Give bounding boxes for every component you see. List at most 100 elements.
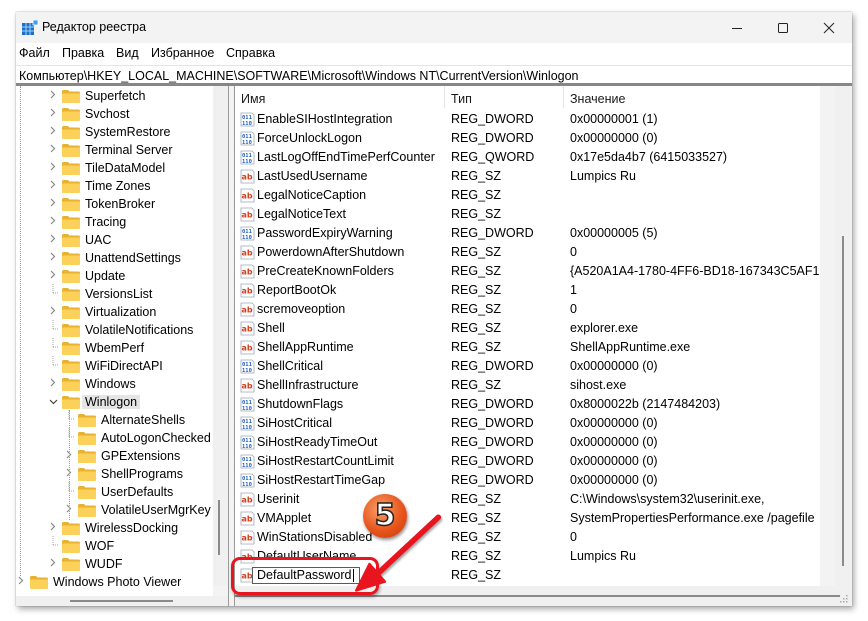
chevron-right-icon[interactable]	[48, 378, 58, 390]
resize-grip-icon[interactable]	[838, 593, 848, 603]
registry-value-row[interactable]: ab scremoveoption REG_SZ 0	[235, 300, 820, 319]
chevron-right-icon[interactable]	[16, 576, 26, 588]
registry-value-row[interactable]: ab LegalNoticeText REG_SZ	[235, 205, 820, 224]
tree-item[interactable]: VolatileUserMgrKey	[64, 501, 211, 519]
tree-item-label[interactable]: VolatileUserMgrKey	[101, 503, 211, 517]
address-bar[interactable]: Компьютер\HKEY_LOCAL_MACHINE\SOFTWARE\Mi…	[16, 65, 852, 86]
registry-value-row[interactable]: 011 110 SiHostRestartCountLimit REG_DWORD 0x…	[235, 452, 820, 471]
tree-item[interactable]: TileDataModel	[48, 159, 165, 177]
tree-item-label[interactable]: AlternateShells	[101, 413, 185, 427]
tree-item[interactable]: Superfetch	[48, 87, 145, 105]
tree-item-label[interactable]: Tracing	[85, 215, 126, 229]
tree-item[interactable]: UserDefaults	[64, 481, 173, 501]
tree-item[interactable]: WbemPerf	[48, 337, 144, 357]
tree-item[interactable]: WiFiDirectAPI	[48, 355, 163, 375]
tree-item-label[interactable]: GPExtensions	[101, 449, 180, 463]
tree-item[interactable]: WOF	[48, 535, 114, 555]
tree-item-label[interactable]: Virtualization	[85, 305, 156, 319]
tree-item-label[interactable]: WUDF	[85, 557, 123, 571]
tree-item-label[interactable]: Time Zones	[85, 179, 151, 193]
registry-value-row[interactable]: 011 110 LastLogOffEndTimePerfCounter REG_QW…	[235, 148, 820, 167]
tree-item[interactable]: WirelessDocking	[48, 519, 178, 537]
tree-item[interactable]: UnattendSettings	[48, 249, 181, 267]
tree-item[interactable]: VolatileNotifications	[48, 319, 193, 339]
chevron-right-icon[interactable]	[48, 270, 58, 282]
tree-item-label[interactable]: VolatileNotifications	[85, 323, 193, 337]
minimize-button[interactable]	[714, 12, 760, 43]
tree-item-label[interactable]: Terminal Server	[85, 143, 173, 157]
chevron-right-icon[interactable]	[48, 126, 58, 138]
column-separator[interactable]	[563, 86, 564, 108]
chevron-right-icon[interactable]	[48, 90, 58, 102]
tree-item-label[interactable]: AutoLogonChecked	[101, 431, 211, 445]
title-bar[interactable]: Редактор реестра	[16, 12, 852, 43]
tree-item-label[interactable]: UAC	[85, 233, 111, 247]
chevron-right-icon[interactable]	[48, 252, 58, 264]
tree-horizontal-scroll-thumb[interactable]	[70, 600, 173, 602]
tree-item[interactable]: Tracing	[48, 213, 126, 231]
registry-value-row[interactable]: 011 110 ForceUnlockLogon REG_DWORD 0x0000000…	[235, 129, 820, 148]
tree-item[interactable]: Windows Photo Viewer	[16, 573, 181, 591]
tree-item[interactable]: ShellPrograms	[64, 465, 183, 483]
column-header-type[interactable]: Тип	[451, 92, 472, 106]
tree-item[interactable]: Windows	[48, 375, 136, 393]
tree-vertical-scrollbar[interactable]	[213, 86, 228, 586]
registry-value-row[interactable]: ab LegalNoticeCaption REG_SZ	[235, 186, 820, 205]
menu-file[interactable]: Файл	[19, 46, 50, 60]
tree-item[interactable]: WUDF	[48, 555, 123, 573]
registry-value-row[interactable]: 011 110 SiHostCritical REG_DWORD 0x00000000 …	[235, 414, 820, 433]
registry-value-row[interactable]: ab PowerdownAfterShutdown REG_SZ 0	[235, 243, 820, 262]
tree-item[interactable]: TokenBroker	[48, 195, 155, 213]
registry-value-row[interactable]: ab WinStationsDisabled REG_SZ 0	[235, 528, 820, 547]
chevron-right-icon[interactable]	[48, 180, 58, 192]
list-vertical-scroll-thumb[interactable]	[842, 236, 844, 566]
tree-item[interactable]: Update	[48, 267, 125, 285]
column-separator[interactable]	[444, 86, 445, 108]
close-button[interactable]	[806, 12, 852, 43]
chevron-down-icon[interactable]	[48, 396, 58, 408]
tree-item[interactable]: Terminal Server	[48, 141, 173, 159]
menu-view[interactable]: Вид	[116, 46, 139, 60]
registry-value-row[interactable]: 011 110 PasswordExpiryWarning REG_DWORD 0x00…	[235, 224, 820, 243]
menu-edit[interactable]: Правка	[62, 46, 104, 60]
tree-item[interactable]: Virtualization	[48, 303, 156, 321]
list-horizontal-scroll-thumb[interactable]	[235, 595, 840, 597]
tree-item-label[interactable]: Windows Photo Viewer	[53, 575, 181, 589]
maximize-button[interactable]	[760, 12, 806, 43]
tree-item-label[interactable]: Superfetch	[85, 89, 145, 103]
tree-item[interactable]: Svchost	[48, 105, 129, 123]
tree-item[interactable]: Time Zones	[48, 177, 151, 195]
chevron-right-icon[interactable]	[48, 306, 58, 318]
tree-item[interactable]: UAC	[48, 231, 111, 249]
chevron-right-icon[interactable]	[48, 558, 58, 570]
registry-value-row[interactable]: ab PreCreateKnownFolders REG_SZ {A520A1A4-1…	[235, 262, 820, 281]
tree-item-label[interactable]: WiFiDirectAPI	[85, 359, 163, 373]
tree-item[interactable]: GPExtensions	[64, 447, 180, 465]
chevron-right-icon[interactable]	[48, 522, 58, 534]
registry-value-row[interactable]: 011 110 ShutdownFlags REG_DWORD 0x8000022b (…	[235, 395, 820, 414]
tree-item[interactable]: SystemRestore	[48, 123, 170, 141]
tree-item-label[interactable]: WirelessDocking	[85, 521, 178, 535]
tree-item-label[interactable]: Svchost	[85, 107, 129, 121]
tree-item[interactable]: AutoLogonChecked	[64, 427, 211, 447]
menu-help[interactable]: Справка	[226, 46, 275, 60]
registry-value-row[interactable]: ab LastUsedUsername REG_SZ Lumpics Ru	[235, 167, 820, 186]
chevron-right-icon[interactable]	[48, 144, 58, 156]
registry-value-row[interactable]: 011 110 SiHostReadyTimeOut REG_DWORD 0x00000…	[235, 433, 820, 452]
column-header-value[interactable]: Значение	[570, 92, 625, 106]
tree-item[interactable]: VersionsList	[48, 283, 152, 303]
tree-item[interactable]: Winlogon	[48, 393, 141, 411]
tree-item-label[interactable]: WbemPerf	[85, 341, 144, 355]
tree-item-label[interactable]: SystemRestore	[85, 125, 170, 139]
address-path[interactable]: Компьютер\HKEY_LOCAL_MACHINE\SOFTWARE\Mi…	[19, 69, 579, 83]
registry-value-row[interactable]: ab ReportBootOk REG_SZ 1	[235, 281, 820, 300]
registry-value-row[interactable]: 011 110 EnableSIHostIntegration REG_DWORD 0x…	[235, 110, 820, 129]
chevron-right-icon[interactable]	[48, 216, 58, 228]
chevron-right-icon[interactable]	[48, 108, 58, 120]
chevron-right-icon[interactable]	[48, 162, 58, 174]
column-header-name[interactable]: Имя	[241, 92, 265, 106]
registry-value-row[interactable]: ab ShellInfrastructure REG_SZ sihost.exe	[235, 376, 820, 395]
tree-item-label[interactable]: ShellPrograms	[101, 467, 183, 481]
tree-item-label[interactable]: Winlogon	[82, 395, 141, 409]
registry-value-row[interactable]: ab Shell REG_SZ explorer.exe	[235, 319, 820, 338]
